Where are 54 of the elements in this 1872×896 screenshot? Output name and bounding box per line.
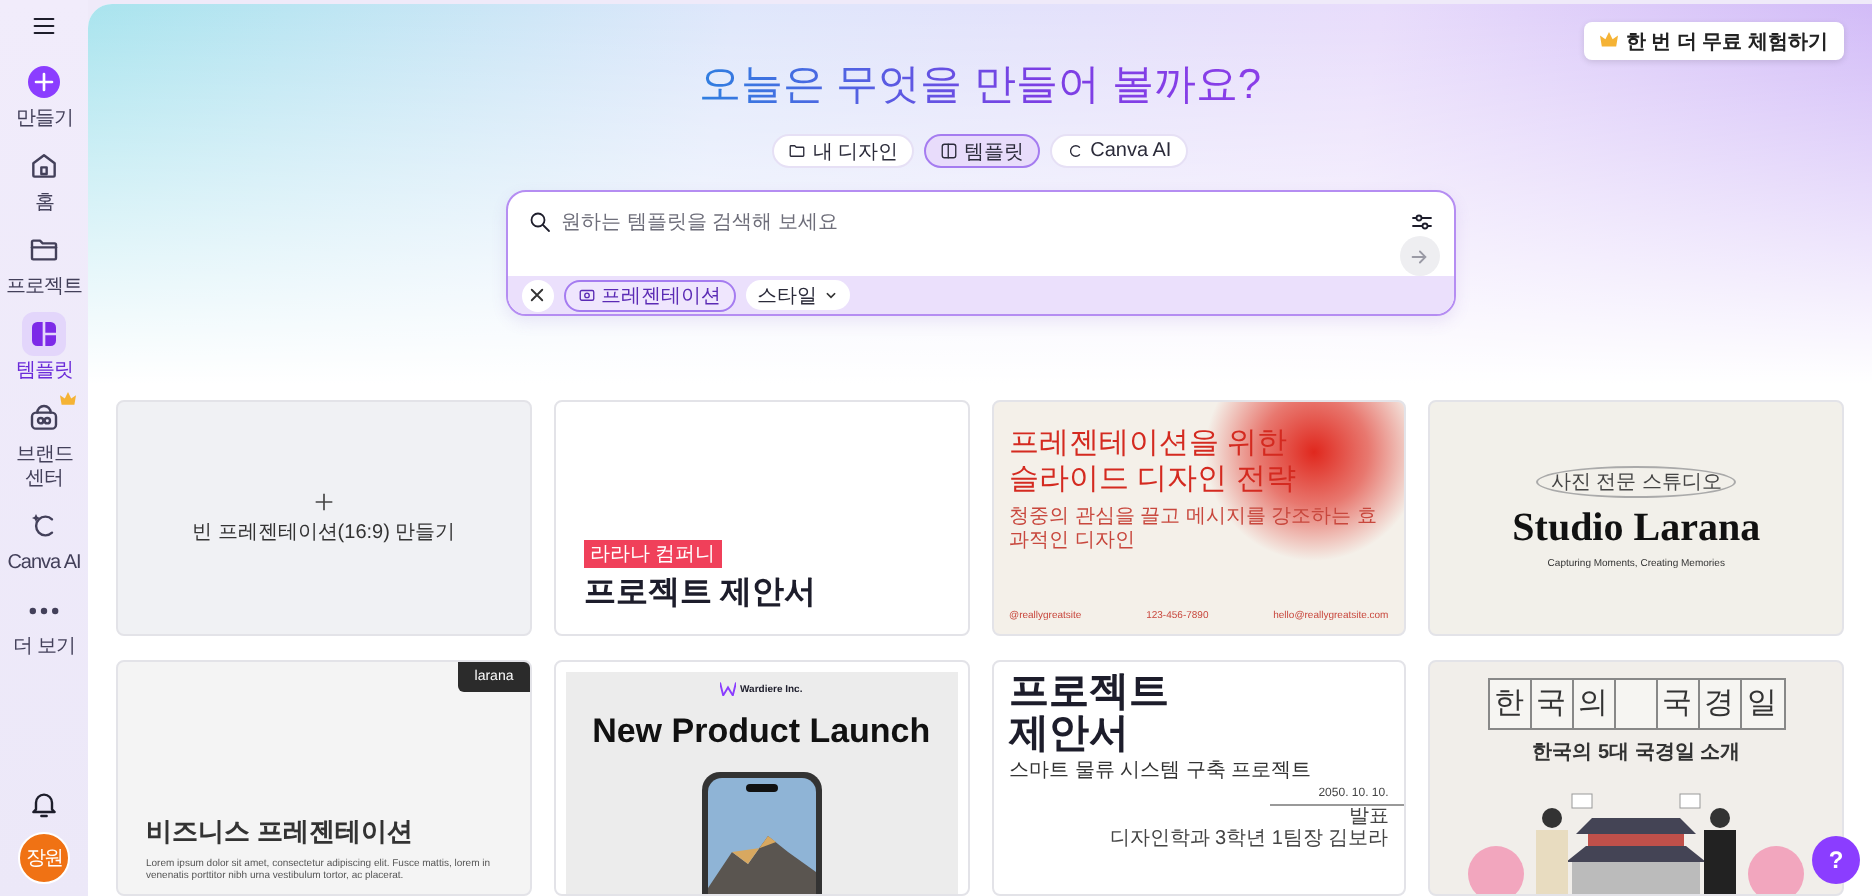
slide-title: Studio Larana bbox=[1512, 506, 1761, 552]
w-logo-icon bbox=[720, 682, 737, 696]
slide-pill-label: 사진 전문 스튜디오 bbox=[1536, 466, 1736, 498]
plus-icon bbox=[313, 491, 334, 511]
folder-icon bbox=[788, 142, 807, 160]
sidebar-item[interactable]: Canva AI bbox=[2, 504, 86, 576]
sidebar-item[interactable]: 브랜드 센터 bbox=[2, 396, 86, 492]
slide-title: New Product Launch bbox=[592, 712, 931, 752]
free-trial-button[interactable]: 한 번 더 무료 체험하기 bbox=[1583, 22, 1844, 60]
template-card[interactable]: 라라나 컴퍼니 프로젝트 제안서 bbox=[553, 400, 969, 636]
sliders-icon bbox=[1409, 210, 1433, 234]
clear-button[interactable] bbox=[521, 279, 553, 311]
tab[interactable]: 템플릿 bbox=[924, 134, 1041, 168]
crown-icon bbox=[1599, 32, 1618, 50]
tab[interactable]: 내 디자인 bbox=[772, 134, 915, 168]
slide-subtitle: 청중의 관심을 끌고 메시지를 강조하는 효과적인 디자인 bbox=[1009, 506, 1379, 554]
chevron-down-icon bbox=[823, 288, 837, 302]
arrow-right-icon bbox=[1408, 245, 1430, 267]
blank-presentation-card[interactable]: 빈 프레젠테이션(16:9) 만들기 bbox=[116, 400, 532, 636]
close-icon bbox=[528, 286, 546, 304]
folder-icon bbox=[28, 234, 60, 266]
home-icon bbox=[28, 150, 60, 182]
slide-text: 발표 bbox=[1348, 806, 1389, 828]
title-grid: 한 국 의 국 경 일 bbox=[1487, 678, 1786, 730]
sidebar-item[interactable]: 홈 bbox=[2, 144, 86, 216]
slide-title: 비즈니스 프레젠테이션 bbox=[146, 814, 416, 850]
card-label: 빈 프레젠테이션(16:9) 만들기 bbox=[192, 519, 456, 545]
submit-button[interactable] bbox=[1399, 236, 1439, 276]
sidebar-item[interactable]: 템플릿 bbox=[2, 312, 86, 384]
template-icon bbox=[940, 142, 959, 160]
search-field[interactable]: 원하는 템플릿을 검색해 보세요 bbox=[561, 208, 1399, 236]
sidebar-item[interactable]: 프로젝트 bbox=[2, 228, 86, 300]
sidebar-item[interactable]: 더 보기 bbox=[2, 588, 86, 660]
plus-circle-icon bbox=[28, 66, 60, 98]
slide-text: 디자인학과 3학년 1팀장 김보라 bbox=[1109, 828, 1389, 850]
slide-subtitle: 스마트 물류 시스템 구축 프로젝트 bbox=[1009, 760, 1314, 782]
crown-icon bbox=[60, 392, 76, 408]
slide-subtitle: 한국의 5대 국경일 소개 bbox=[1532, 740, 1741, 766]
slide-title: 프로젝트 제안서 bbox=[1009, 672, 1171, 756]
tab[interactable]: Canva AI bbox=[1050, 134, 1188, 168]
phone-drawing bbox=[697, 768, 826, 894]
more-icon bbox=[28, 605, 60, 615]
filter-chip[interactable]: 프레젠테이션 bbox=[563, 279, 735, 311]
brand-box-icon bbox=[28, 402, 60, 434]
slide-title: 프로젝트 제안서 bbox=[583, 574, 819, 614]
template-icon bbox=[28, 318, 60, 350]
slide-tag: 라라나 컴퍼니 bbox=[583, 540, 722, 568]
sidebar-item[interactable]: 만들기 bbox=[2, 60, 86, 132]
help-button[interactable]: ? bbox=[1812, 836, 1860, 884]
bell-icon bbox=[28, 788, 60, 820]
style-dropdown[interactable]: 스타일 bbox=[745, 280, 849, 310]
menu-icon bbox=[30, 12, 58, 40]
search-icon bbox=[527, 210, 551, 234]
presentation-icon bbox=[577, 286, 595, 304]
